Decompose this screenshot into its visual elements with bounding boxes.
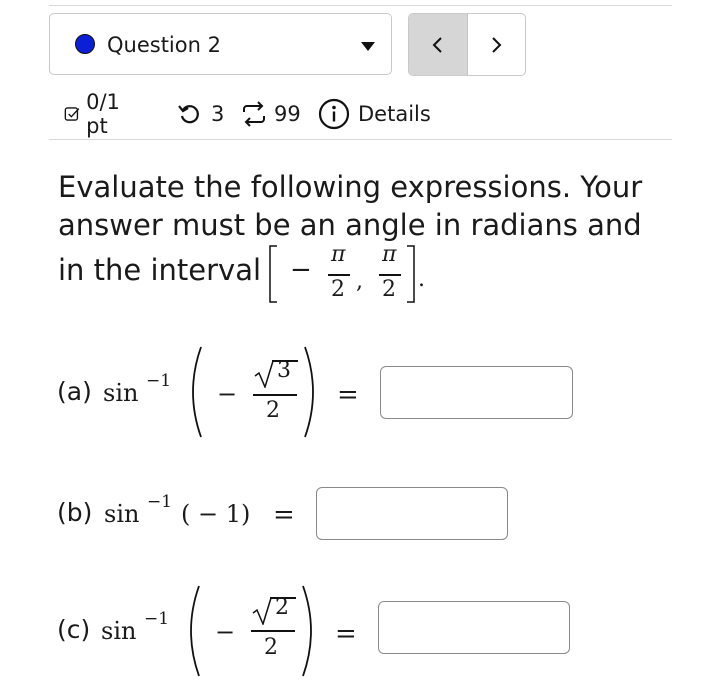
- details-toggle[interactable]: Details: [318, 96, 431, 132]
- part-c-equals: =: [335, 619, 357, 649]
- part-a-label: (a): [57, 377, 92, 406]
- part-a-sqrt-arg: 3: [277, 358, 291, 383]
- chevron-right-icon: [492, 36, 502, 53]
- retries-count: 3: [211, 102, 225, 126]
- answer-input-c[interactable]: [378, 601, 570, 654]
- part-a: (a) sin −1 − 3 2 =: [57, 342, 387, 442]
- submissions-info: 99: [240, 96, 301, 132]
- part-a-equals: =: [337, 380, 359, 410]
- interval-two-1: 2: [331, 277, 345, 302]
- part-c-sqrt-arg: 2: [275, 595, 289, 620]
- question-selector-label: Question 2: [107, 33, 221, 57]
- left-paren-icon: [192, 346, 202, 438]
- fraction-bar: [328, 274, 350, 276]
- part-a-exp: −1: [146, 371, 172, 391]
- right-paren-icon: [302, 585, 312, 677]
- interval-expression: − π 2 , π 2 .: [268, 242, 438, 305]
- next-question-button[interactable]: [468, 14, 526, 75]
- details-label: Details: [358, 102, 431, 126]
- question-nav: [408, 13, 526, 76]
- part-c-minus: −: [215, 618, 236, 646]
- fraction-bar: [379, 274, 401, 276]
- left-paren-icon: [190, 585, 200, 677]
- score-info: 0/1 pt: [64, 90, 128, 138]
- part-a-den: 2: [266, 398, 280, 423]
- info-icon: [318, 98, 350, 130]
- interval-pi-1: π: [331, 242, 346, 267]
- fraction-bar: [253, 394, 297, 396]
- question-line-1: Evaluate the following expressions. Your: [58, 170, 643, 204]
- previous-question-button[interactable]: [409, 14, 468, 75]
- dropdown-caret-icon: [361, 42, 375, 51]
- repeat-icon: [243, 101, 265, 127]
- interval-minus: −: [290, 255, 312, 285]
- retry-icon: [178, 105, 199, 124]
- interval-pi-2: π: [382, 242, 397, 267]
- answer-input-b[interactable]: [316, 487, 508, 540]
- question-text: Evaluate the following expressions. Your…: [58, 168, 678, 244]
- question-status-dot: [75, 34, 95, 54]
- right-paren-icon: [304, 346, 314, 438]
- question-line-2: answer must be an angle in radians and: [58, 208, 642, 242]
- part-b-func: sin: [104, 500, 140, 528]
- submissions-count: 99: [274, 102, 301, 126]
- checkbox-icon: [64, 107, 80, 121]
- part-c-exp: −1: [144, 609, 170, 629]
- sqrt-icon: [252, 597, 272, 625]
- part-b: (b) sin −1 ( − 1) =: [57, 492, 317, 542]
- top-divider: [49, 5, 672, 6]
- interval-period: .: [418, 267, 425, 292]
- left-bracket-icon: [269, 245, 277, 303]
- part-b-equals: =: [273, 500, 295, 530]
- part-c-label: (c): [57, 615, 91, 644]
- part-a-func: sin: [103, 379, 139, 407]
- part-c-func: sin: [101, 617, 137, 645]
- retries-info: 3: [177, 96, 224, 132]
- part-b-label: (b): [57, 498, 93, 527]
- part-a-minus: −: [217, 380, 238, 408]
- score-text: 0/1 pt: [86, 90, 120, 138]
- answer-input-a[interactable]: [380, 366, 573, 419]
- interval-two-2: 2: [382, 277, 396, 302]
- part-c-den: 2: [264, 635, 278, 660]
- sqrt-icon: [254, 360, 274, 388]
- meta-divider: [49, 139, 672, 140]
- part-c: (c) sin −1 − 2 2 =: [57, 583, 387, 683]
- question-selector[interactable]: Question 2: [49, 13, 392, 75]
- part-b-exp: −1: [147, 492, 173, 512]
- part-b-arg: ( − 1): [181, 500, 251, 528]
- question-line-3: in the interval: [58, 253, 262, 287]
- fraction-bar: [251, 630, 295, 632]
- chevron-left-icon: [432, 36, 442, 53]
- interval-comma: ,: [356, 269, 363, 294]
- right-bracket-icon: [407, 245, 415, 303]
